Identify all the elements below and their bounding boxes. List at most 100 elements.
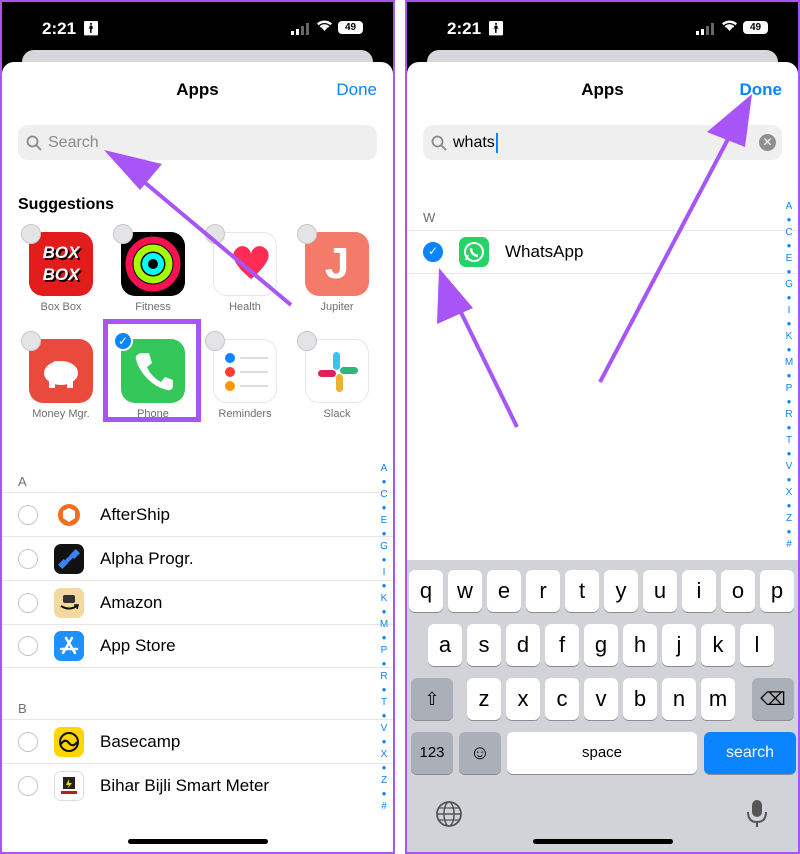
- index-letter[interactable]: I: [379, 566, 389, 579]
- index-letter[interactable]: Z: [784, 512, 794, 525]
- select-radio[interactable]: [18, 636, 38, 656]
- suggestion-select-circle[interactable]: [21, 224, 41, 244]
- index-letter[interactable]: Z: [379, 774, 389, 787]
- done-button[interactable]: Done: [336, 80, 377, 100]
- key-w[interactable]: w: [448, 570, 482, 612]
- key-v[interactable]: v: [584, 678, 618, 720]
- suggestion-select-circle[interactable]: [297, 331, 317, 351]
- index-letter[interactable]: C: [784, 226, 794, 239]
- key-d[interactable]: d: [506, 624, 540, 666]
- index-letter[interactable]: X: [784, 486, 794, 499]
- index-letter[interactable]: #: [379, 800, 389, 813]
- key-x[interactable]: x: [506, 678, 540, 720]
- select-radio[interactable]: [18, 592, 38, 613]
- key-t[interactable]: t: [565, 570, 599, 612]
- key-i[interactable]: i: [682, 570, 716, 612]
- list-item[interactable]: AfterShip: [2, 492, 393, 536]
- list-item-whatsapp[interactable]: ✓ WhatsApp: [407, 230, 798, 274]
- index-dot: ●: [381, 633, 387, 642]
- key-m[interactable]: m: [701, 678, 735, 720]
- globe-icon[interactable]: [435, 800, 463, 828]
- suggestion-select-circle[interactable]: [205, 224, 225, 244]
- key-o[interactable]: o: [721, 570, 755, 612]
- search-key[interactable]: search: [704, 732, 796, 774]
- done-button[interactable]: Done: [740, 80, 783, 100]
- index-letter[interactable]: M: [784, 356, 794, 369]
- backspace-key[interactable]: ⌫: [752, 678, 794, 720]
- key-q[interactable]: q: [409, 570, 443, 612]
- index-letter[interactable]: G: [784, 278, 794, 291]
- key-f[interactable]: f: [545, 624, 579, 666]
- selected-check-icon[interactable]: ✓: [423, 242, 443, 262]
- list-item[interactable]: Alpha Progr.: [2, 536, 393, 580]
- index-letter[interactable]: #: [784, 538, 794, 551]
- key-k[interactable]: k: [701, 624, 735, 666]
- key-g[interactable]: g: [584, 624, 618, 666]
- key-y[interactable]: y: [604, 570, 638, 612]
- index-letter[interactable]: T: [784, 434, 794, 447]
- index-letter[interactable]: X: [379, 748, 389, 761]
- emoji-key[interactable]: ☺: [459, 732, 501, 774]
- index-letter[interactable]: K: [379, 592, 389, 605]
- select-radio[interactable]: [18, 731, 38, 752]
- alphabet-index[interactable]: A ● C ● E ● G ● I ● K ● M ● P ● R ● T ● V ● X ● Z ● #: [784, 200, 794, 551]
- key-e[interactable]: e: [487, 570, 521, 612]
- suggestion-money-mgr[interactable]: Money Mgr.: [18, 331, 104, 420]
- index-letter[interactable]: E: [784, 252, 794, 265]
- list-item[interactable]: Basecamp: [2, 719, 393, 763]
- suggestion-health[interactable]: Health: [202, 224, 288, 313]
- key-s[interactable]: s: [467, 624, 501, 666]
- list-item[interactable]: App Store: [2, 624, 393, 668]
- select-radio[interactable]: [18, 504, 38, 525]
- space-key[interactable]: space: [507, 732, 697, 774]
- jupiter-icon: J: [305, 232, 369, 296]
- select-radio[interactable]: [18, 775, 38, 796]
- search-field[interactable]: Search: [18, 125, 377, 160]
- suggestion-fitness[interactable]: Fitness: [110, 224, 196, 313]
- select-radio[interactable]: [18, 548, 38, 569]
- key-j[interactable]: j: [662, 624, 696, 666]
- index-letter[interactable]: P: [784, 382, 794, 395]
- microphone-icon[interactable]: [745, 798, 769, 828]
- index-letter[interactable]: A: [784, 200, 794, 213]
- index-letter[interactable]: E: [379, 514, 389, 527]
- index-letter[interactable]: R: [784, 408, 794, 421]
- suggestion-jupiter[interactable]: J Jupiter: [294, 224, 380, 313]
- list-item[interactable]: Bihar Bijli Smart Meter: [2, 763, 393, 807]
- key-b[interactable]: b: [623, 678, 657, 720]
- key-r[interactable]: r: [526, 570, 560, 612]
- index-letter[interactable]: V: [379, 722, 389, 735]
- index-letter[interactable]: C: [379, 488, 389, 501]
- index-letter[interactable]: K: [784, 330, 794, 343]
- list-item[interactable]: Amazon: [2, 580, 393, 624]
- index-letter[interactable]: R: [379, 670, 389, 683]
- suggestion-select-circle[interactable]: [205, 331, 225, 351]
- key-p[interactable]: p: [760, 570, 794, 612]
- index-letter[interactable]: A: [379, 462, 389, 475]
- shift-key[interactable]: ⇧: [411, 678, 453, 720]
- search-input[interactable]: whats: [453, 134, 495, 152]
- index-letter[interactable]: V: [784, 460, 794, 473]
- key-z[interactable]: z: [467, 678, 501, 720]
- index-letter[interactable]: T: [379, 696, 389, 709]
- suggestion-slack[interactable]: Slack: [294, 331, 380, 420]
- key-c[interactable]: c: [545, 678, 579, 720]
- index-letter[interactable]: M: [379, 618, 389, 631]
- suggestion-select-circle[interactable]: [21, 331, 41, 351]
- numbers-key[interactable]: 123: [411, 732, 453, 774]
- key-a[interactable]: a: [428, 624, 462, 666]
- suggestion-box-box[interactable]: BOX BOX Box Box: [18, 224, 104, 313]
- search-field[interactable]: whats ✕: [423, 125, 782, 160]
- key-u[interactable]: u: [643, 570, 677, 612]
- index-letter[interactable]: G: [379, 540, 389, 553]
- key-l[interactable]: l: [740, 624, 774, 666]
- alphabet-index[interactable]: A ● C ● E ● G ● I ● K ● M ● P ● R ● T ● V ● X ● Z ● #: [379, 462, 389, 813]
- key-n[interactable]: n: [662, 678, 696, 720]
- index-letter[interactable]: P: [379, 644, 389, 657]
- suggestion-select-circle[interactable]: [113, 224, 133, 244]
- clear-search-icon[interactable]: ✕: [759, 134, 776, 151]
- suggestion-select-circle[interactable]: [297, 224, 317, 244]
- index-letter[interactable]: I: [784, 304, 794, 317]
- suggestion-reminders[interactable]: Reminders: [202, 331, 288, 420]
- key-h[interactable]: h: [623, 624, 657, 666]
